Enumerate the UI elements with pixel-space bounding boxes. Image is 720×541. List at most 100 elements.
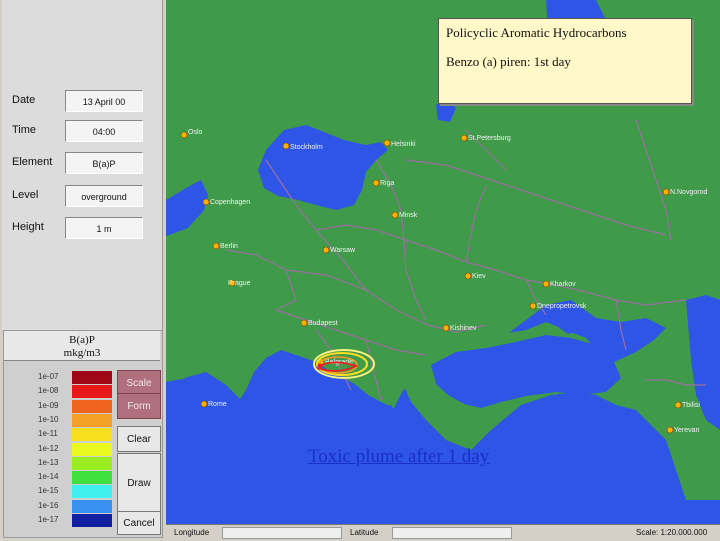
city-label-warsaw: Warsaw: [330, 247, 356, 254]
city-dot-stockholm: [282, 142, 290, 150]
param-height-row: Height 1 m: [2, 217, 162, 241]
city-dot-warsaw: [322, 246, 330, 254]
legend-row: 1e-16: [38, 499, 118, 513]
map-view[interactable]: Oslo Stockholm Helsinki St.Petersburg Ri…: [166, 0, 720, 524]
legend-row-label: 1e-10: [38, 414, 59, 424]
city-label-rome: Rome: [208, 401, 227, 408]
city-dot-minsk: [391, 211, 399, 219]
legend-row: 1e-17: [38, 514, 118, 527]
legend-color-swatch: [72, 471, 112, 485]
legend-title-unit: mkg/m3: [63, 347, 101, 359]
legend-row-label: 1e-08: [38, 386, 59, 396]
city-label-nnovgorod: N.Novgorod: [670, 189, 707, 196]
city-dot-nnovgorod: [662, 188, 670, 196]
city-dot-kiev: [464, 272, 472, 280]
scale-readout: Scale: 1:20.000.000: [636, 528, 708, 537]
form-button[interactable]: Form: [117, 393, 161, 419]
legend-row-label: 1e-07: [38, 372, 59, 381]
param-level-label: Level: [12, 189, 39, 201]
legend-color-swatch: [72, 385, 112, 399]
city-label-tbilisi: Tbilisi: [682, 402, 700, 409]
city-dot-copenhagen: [202, 198, 210, 206]
param-time-field[interactable]: 04:00: [65, 120, 143, 142]
city-label-berlin: Berlin: [220, 243, 238, 250]
city-label-copenhagen: Copenhagen: [210, 199, 250, 206]
legend-row-label: 1e-17: [38, 515, 59, 524]
city-dot-oslo: [180, 131, 188, 139]
legend-panel: B(a)P mkg/m3 1e-07 1e-08 1e-09 1e-10 1e-11 1e…: [3, 330, 163, 538]
city-label-minsk: Minsk: [399, 212, 418, 219]
legend-color-swatch: [72, 413, 112, 427]
param-height-label: Height: [12, 221, 44, 233]
param-time-label: Time: [12, 124, 37, 136]
cancel-button[interactable]: Cancel: [117, 511, 161, 535]
legend-row: 1e-11: [38, 428, 118, 442]
legend-row-label: 1e-12: [38, 443, 59, 453]
param-element-row: Element B(a)P: [2, 152, 162, 176]
info-box: Policyclic Aromatic Hydrocarbons Benzo (…: [438, 18, 692, 104]
legend-row: 1e-07: [38, 371, 118, 384]
city-label-stockholm: Stockholm: [290, 144, 323, 151]
city-dot-kharkov: [542, 280, 550, 288]
left-panel: Date 13 April 00 Time 04:00 Element B(a)…: [0, 0, 166, 540]
legend-row-label: 1e-15: [38, 486, 59, 496]
legend-row: 1e-08: [38, 385, 118, 399]
city-label-oslo: Oslo: [188, 129, 203, 136]
legend-row: 1e-14: [38, 471, 118, 485]
legend-color-swatch: [72, 456, 112, 470]
city-dot-budapest: [300, 319, 308, 327]
city-label-kharkov: Kharkov: [550, 281, 576, 288]
param-element-label: Element: [12, 156, 53, 168]
draw-button[interactable]: Draw: [117, 453, 161, 513]
city-dot-rome: [200, 400, 208, 408]
param-date-label: Date: [12, 94, 36, 106]
legend-row: 1e-12: [38, 442, 118, 456]
city-label-helsinki: Helsinki: [391, 141, 416, 148]
city-label-kishinev: Kishinev: [450, 325, 477, 332]
city-label-riga: Riga: [380, 180, 395, 187]
city-dot-tbilisi: [674, 401, 682, 409]
legend-row: 1e-09: [38, 399, 118, 413]
legend-row-label: 1e-13: [38, 457, 59, 467]
city-dot-stpetersburg: [460, 134, 468, 142]
param-date-row: Date 13 April 00: [2, 90, 162, 114]
legend-row: 1e-15: [38, 485, 118, 499]
longitude-field: [222, 527, 342, 539]
legend-color-swatch: [72, 442, 112, 456]
city-label-budapest: Budapest: [308, 320, 338, 327]
city-dot-helsinki: [383, 139, 391, 147]
info-subtitle: Benzo (a) piren: 1st day: [446, 54, 571, 69]
clear-button[interactable]: Clear: [117, 426, 161, 452]
param-level-row: Level overground: [2, 185, 162, 209]
latitude-field: [392, 527, 512, 539]
city-dot-riga: [372, 179, 380, 187]
legend-row: 1e-10: [38, 413, 118, 427]
legend-title: B(a)P mkg/m3: [4, 331, 160, 361]
legend-row: 1e-13: [38, 456, 118, 470]
param-date-field[interactable]: 13 April 00: [65, 90, 143, 112]
legend-row-label: 1e-11: [38, 429, 58, 439]
legend-row-label: 1e-09: [38, 400, 59, 410]
city-dot-berlin: [212, 242, 220, 250]
legend-row-label: 1e-16: [38, 500, 59, 510]
parameters-panel: Date 13 April 00 Time 04:00 Element B(a)…: [2, 0, 163, 330]
param-height-field[interactable]: 1 m: [65, 217, 143, 239]
legend-color-swatch: [72, 499, 112, 513]
city-dot-kishinev: [442, 324, 450, 332]
legend-color-swatch: [72, 485, 112, 499]
status-bar: Longitude Latitude Scale: 1:20.000.000: [166, 524, 720, 541]
latitude-label: Latitude: [350, 528, 379, 537]
city-label-prague: Prague: [228, 280, 251, 287]
info-title: Policyclic Aromatic Hydrocarbons: [446, 25, 627, 40]
city-label-kiev: Kiev: [472, 273, 486, 280]
legend-color-swatch: [72, 371, 112, 384]
plume-caption-link[interactable]: Toxic plume after 1 day: [308, 446, 489, 468]
city-dot-yerevan: [666, 426, 674, 434]
city-label-yerevan: Yerevan: [674, 427, 700, 434]
legend-row-label: 1e-14: [38, 472, 59, 482]
legend-color-swatch: [72, 399, 112, 413]
legend-title-substance: B(a)P: [69, 334, 95, 346]
param-element-field[interactable]: B(a)P: [65, 152, 143, 174]
param-level-field[interactable]: overground: [65, 185, 143, 207]
longitude-label: Longitude: [174, 528, 210, 537]
